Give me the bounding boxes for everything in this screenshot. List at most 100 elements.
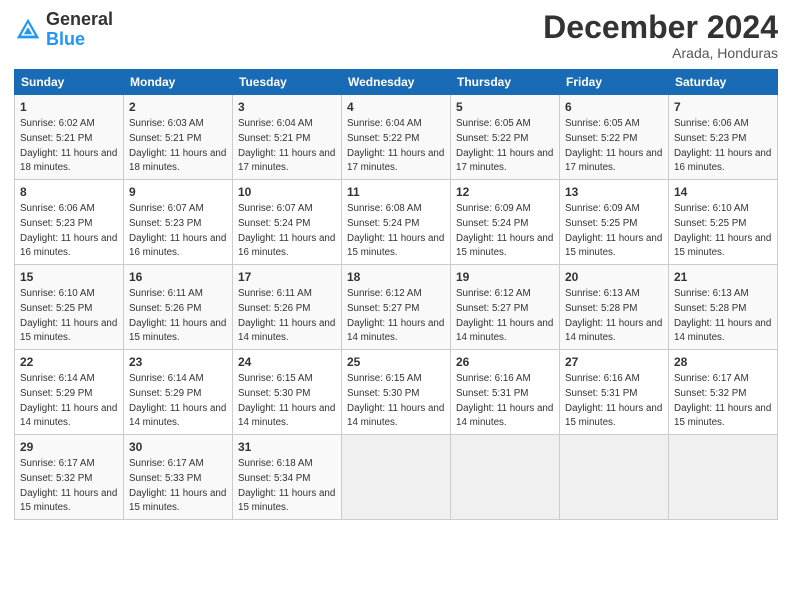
calendar-week-2: 8 Sunrise: 6:06 AMSunset: 5:23 PMDayligh… — [15, 180, 778, 265]
day-detail: Sunrise: 6:03 AMSunset: 5:21 PMDaylight:… — [129, 118, 226, 173]
day-number: 9 — [129, 184, 227, 200]
calendar: Sunday Monday Tuesday Wednesday Thursday… — [14, 69, 778, 520]
table-row: 22 Sunrise: 6:14 AMSunset: 5:29 PMDaylig… — [15, 350, 124, 435]
day-number: 10 — [238, 184, 336, 200]
calendar-week-3: 15 Sunrise: 6:10 AMSunset: 5:25 PMDaylig… — [15, 265, 778, 350]
table-row: 16 Sunrise: 6:11 AMSunset: 5:26 PMDaylig… — [124, 265, 233, 350]
table-row: 28 Sunrise: 6:17 AMSunset: 5:32 PMDaylig… — [669, 350, 778, 435]
day-number: 7 — [674, 99, 772, 115]
table-row: 11 Sunrise: 6:08 AMSunset: 5:24 PMDaylig… — [342, 180, 451, 265]
day-number: 11 — [347, 184, 445, 200]
logo-text: General Blue — [46, 10, 113, 50]
day-number: 14 — [674, 184, 772, 200]
table-row: 18 Sunrise: 6:12 AMSunset: 5:27 PMDaylig… — [342, 265, 451, 350]
calendar-week-4: 22 Sunrise: 6:14 AMSunset: 5:29 PMDaylig… — [15, 350, 778, 435]
col-sunday: Sunday — [15, 70, 124, 95]
table-row: 10 Sunrise: 6:07 AMSunset: 5:24 PMDaylig… — [233, 180, 342, 265]
table-row: 20 Sunrise: 6:13 AMSunset: 5:28 PMDaylig… — [560, 265, 669, 350]
table-row: 2 Sunrise: 6:03 AMSunset: 5:21 PMDayligh… — [124, 95, 233, 180]
table-row — [669, 435, 778, 520]
day-number: 3 — [238, 99, 336, 115]
day-detail: Sunrise: 6:04 AMSunset: 5:21 PMDaylight:… — [238, 118, 335, 173]
table-row: 1 Sunrise: 6:02 AMSunset: 5:21 PMDayligh… — [15, 95, 124, 180]
table-row: 13 Sunrise: 6:09 AMSunset: 5:25 PMDaylig… — [560, 180, 669, 265]
day-number: 29 — [20, 439, 118, 455]
day-number: 24 — [238, 354, 336, 370]
col-monday: Monday — [124, 70, 233, 95]
table-row: 17 Sunrise: 6:11 AMSunset: 5:26 PMDaylig… — [233, 265, 342, 350]
col-tuesday: Tuesday — [233, 70, 342, 95]
day-detail: Sunrise: 6:17 AMSunset: 5:33 PMDaylight:… — [129, 458, 226, 513]
table-row: 21 Sunrise: 6:13 AMSunset: 5:28 PMDaylig… — [669, 265, 778, 350]
table-row — [560, 435, 669, 520]
day-number: 19 — [456, 269, 554, 285]
day-number: 4 — [347, 99, 445, 115]
col-wednesday: Wednesday — [342, 70, 451, 95]
day-detail: Sunrise: 6:05 AMSunset: 5:22 PMDaylight:… — [456, 118, 553, 173]
day-detail: Sunrise: 6:17 AMSunset: 5:32 PMDaylight:… — [674, 373, 771, 428]
col-friday: Friday — [560, 70, 669, 95]
table-row — [451, 435, 560, 520]
col-saturday: Saturday — [669, 70, 778, 95]
table-row: 14 Sunrise: 6:10 AMSunset: 5:25 PMDaylig… — [669, 180, 778, 265]
day-detail: Sunrise: 6:06 AMSunset: 5:23 PMDaylight:… — [20, 203, 117, 258]
day-number: 26 — [456, 354, 554, 370]
day-detail: Sunrise: 6:10 AMSunset: 5:25 PMDaylight:… — [674, 203, 771, 258]
day-detail: Sunrise: 6:02 AMSunset: 5:21 PMDaylight:… — [20, 118, 117, 173]
table-row: 6 Sunrise: 6:05 AMSunset: 5:22 PMDayligh… — [560, 95, 669, 180]
title-block: December 2024 Arada, Honduras — [543, 10, 778, 61]
day-number: 27 — [565, 354, 663, 370]
day-detail: Sunrise: 6:12 AMSunset: 5:27 PMDaylight:… — [347, 288, 444, 343]
day-detail: Sunrise: 6:14 AMSunset: 5:29 PMDaylight:… — [129, 373, 226, 428]
table-row: 7 Sunrise: 6:06 AMSunset: 5:23 PMDayligh… — [669, 95, 778, 180]
table-row: 27 Sunrise: 6:16 AMSunset: 5:31 PMDaylig… — [560, 350, 669, 435]
table-row: 19 Sunrise: 6:12 AMSunset: 5:27 PMDaylig… — [451, 265, 560, 350]
day-detail: Sunrise: 6:06 AMSunset: 5:23 PMDaylight:… — [674, 118, 771, 173]
day-number: 12 — [456, 184, 554, 200]
day-detail: Sunrise: 6:09 AMSunset: 5:25 PMDaylight:… — [565, 203, 662, 258]
day-detail: Sunrise: 6:15 AMSunset: 5:30 PMDaylight:… — [347, 373, 444, 428]
day-detail: Sunrise: 6:07 AMSunset: 5:23 PMDaylight:… — [129, 203, 226, 258]
day-number: 16 — [129, 269, 227, 285]
table-row: 9 Sunrise: 6:07 AMSunset: 5:23 PMDayligh… — [124, 180, 233, 265]
day-number: 6 — [565, 99, 663, 115]
table-row: 30 Sunrise: 6:17 AMSunset: 5:33 PMDaylig… — [124, 435, 233, 520]
location: Arada, Honduras — [543, 45, 778, 61]
col-thursday: Thursday — [451, 70, 560, 95]
logo-icon — [14, 16, 42, 44]
day-number: 8 — [20, 184, 118, 200]
table-row: 12 Sunrise: 6:09 AMSunset: 5:24 PMDaylig… — [451, 180, 560, 265]
day-detail: Sunrise: 6:04 AMSunset: 5:22 PMDaylight:… — [347, 118, 444, 173]
table-row — [342, 435, 451, 520]
table-row: 29 Sunrise: 6:17 AMSunset: 5:32 PMDaylig… — [15, 435, 124, 520]
day-detail: Sunrise: 6:13 AMSunset: 5:28 PMDaylight:… — [565, 288, 662, 343]
day-detail: Sunrise: 6:09 AMSunset: 5:24 PMDaylight:… — [456, 203, 553, 258]
day-number: 31 — [238, 439, 336, 455]
page-container: General Blue December 2024 Arada, Hondur… — [0, 0, 792, 530]
day-detail: Sunrise: 6:12 AMSunset: 5:27 PMDaylight:… — [456, 288, 553, 343]
day-number: 21 — [674, 269, 772, 285]
table-row: 25 Sunrise: 6:15 AMSunset: 5:30 PMDaylig… — [342, 350, 451, 435]
day-detail: Sunrise: 6:13 AMSunset: 5:28 PMDaylight:… — [674, 288, 771, 343]
day-number: 15 — [20, 269, 118, 285]
logo: General Blue — [14, 10, 113, 50]
calendar-week-1: 1 Sunrise: 6:02 AMSunset: 5:21 PMDayligh… — [15, 95, 778, 180]
calendar-week-5: 29 Sunrise: 6:17 AMSunset: 5:32 PMDaylig… — [15, 435, 778, 520]
day-number: 2 — [129, 99, 227, 115]
table-row: 3 Sunrise: 6:04 AMSunset: 5:21 PMDayligh… — [233, 95, 342, 180]
day-detail: Sunrise: 6:16 AMSunset: 5:31 PMDaylight:… — [565, 373, 662, 428]
header: General Blue December 2024 Arada, Hondur… — [14, 10, 778, 61]
day-detail: Sunrise: 6:16 AMSunset: 5:31 PMDaylight:… — [456, 373, 553, 428]
table-row: 23 Sunrise: 6:14 AMSunset: 5:29 PMDaylig… — [124, 350, 233, 435]
day-detail: Sunrise: 6:15 AMSunset: 5:30 PMDaylight:… — [238, 373, 335, 428]
calendar-header-row: Sunday Monday Tuesday Wednesday Thursday… — [15, 70, 778, 95]
table-row: 24 Sunrise: 6:15 AMSunset: 5:30 PMDaylig… — [233, 350, 342, 435]
day-detail: Sunrise: 6:10 AMSunset: 5:25 PMDaylight:… — [20, 288, 117, 343]
day-detail: Sunrise: 6:07 AMSunset: 5:24 PMDaylight:… — [238, 203, 335, 258]
day-detail: Sunrise: 6:17 AMSunset: 5:32 PMDaylight:… — [20, 458, 117, 513]
day-number: 30 — [129, 439, 227, 455]
table-row: 26 Sunrise: 6:16 AMSunset: 5:31 PMDaylig… — [451, 350, 560, 435]
logo-general-text: General — [46, 9, 113, 29]
table-row: 8 Sunrise: 6:06 AMSunset: 5:23 PMDayligh… — [15, 180, 124, 265]
day-number: 28 — [674, 354, 772, 370]
